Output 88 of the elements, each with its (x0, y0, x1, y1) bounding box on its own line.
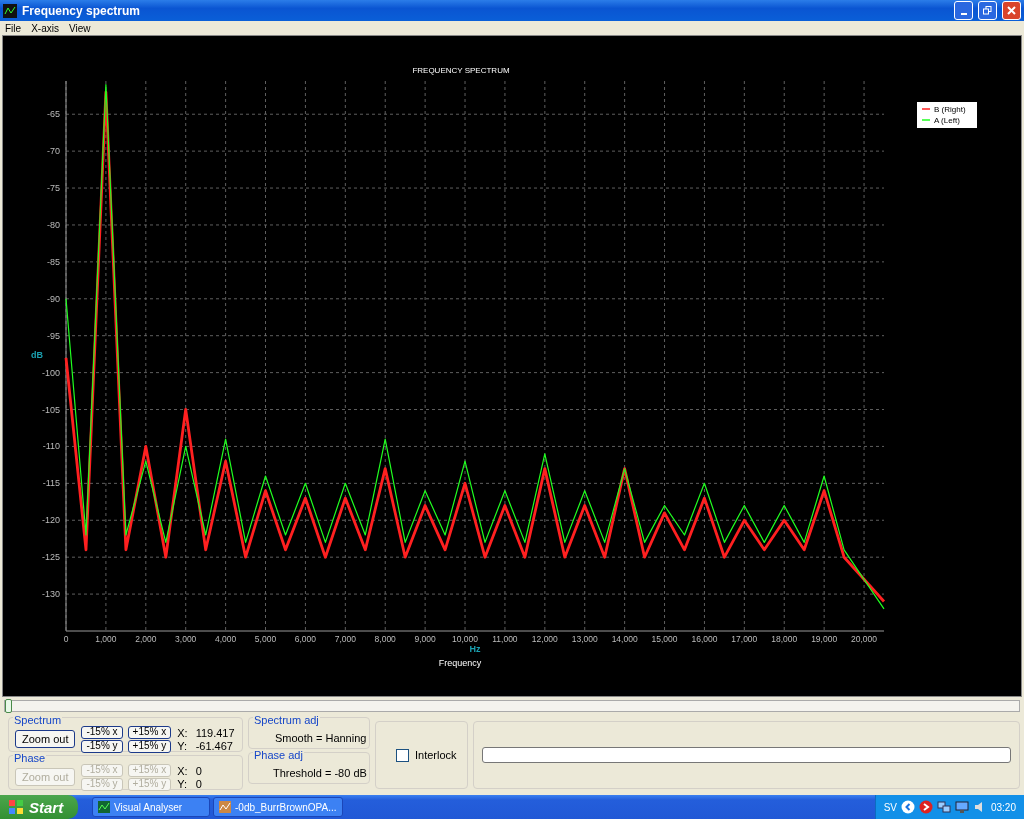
taskbar-button[interactable]: -0db_BurrBrownOPA... (213, 797, 343, 817)
monitor-icon[interactable] (954, 800, 969, 814)
x-tick-label: 17,000 (731, 634, 758, 644)
readout-value: -61.467 (195, 739, 234, 752)
restore-icon (983, 6, 992, 15)
x-tick-label: 11,000 (492, 634, 518, 644)
group-title: Phase adj (253, 749, 304, 761)
window-title: Frequency spectrum (22, 3, 142, 18)
readout-label: Y: (177, 777, 188, 790)
x-tick-label: 2,000 (135, 634, 157, 644)
readout-label: Y: (177, 739, 188, 752)
y-tick-label: -105 (42, 404, 60, 415)
readout-label: X: (177, 726, 188, 739)
menu-item[interactable]: File (5, 22, 22, 34)
network-icon[interactable] (936, 800, 951, 814)
restore-button[interactable] (978, 1, 997, 20)
x-tick-label: 10,000 (452, 634, 478, 644)
zoom-out-button[interactable]: Zoom out (15, 730, 76, 748)
input-field[interactable] (481, 747, 1011, 763)
threshold-text: Threshold = -80 dB (273, 767, 367, 779)
readout-value: 0 (195, 764, 202, 777)
y-tick-label: -100 (42, 367, 60, 378)
scale-button[interactable]: +15% y (127, 739, 172, 753)
chart-caption: Frequency (438, 658, 482, 668)
x-tick-label: 0 (63, 634, 69, 644)
app-icon (3, 3, 17, 18)
group-title: Spectrum adj (253, 714, 320, 726)
x-tick-label: 5,000 (254, 634, 277, 644)
x-tick-label: 13,000 (571, 634, 598, 644)
x-axis-label: Hz (469, 644, 481, 654)
x-tick-label: 3,000 (175, 634, 197, 644)
y-tick-label: -110 (42, 441, 60, 452)
x-tick-label: 12,000 (531, 634, 558, 644)
checkbox-label: Interlock (415, 749, 457, 761)
y-tick-label: -65 (47, 109, 60, 120)
close-button[interactable] (1002, 1, 1021, 20)
x-tick-label: 14,000 (611, 634, 638, 644)
language-indicator[interactable]: SV (883, 801, 897, 813)
y-tick-label: -80 (47, 219, 60, 230)
taskbar-button[interactable]: Visual Analyser (92, 797, 210, 817)
y-axis-label: dB (31, 350, 43, 360)
y-tick-label: -70 (47, 146, 60, 157)
x-tick-label: 15,000 (651, 634, 678, 644)
x-tick-label: 7,000 (334, 634, 356, 644)
y-tick-label: -130 (42, 589, 60, 600)
x-tick-label: 19,000 (811, 634, 838, 644)
close-icon (1007, 6, 1016, 15)
y-tick-label: -75 (47, 183, 60, 194)
scale-button[interactable]: -15% x (81, 725, 123, 739)
position-slider[interactable] (4, 700, 1020, 712)
x-tick-label: 9,000 (414, 634, 436, 644)
x-tick-label: 18,000 (771, 634, 798, 644)
scale-button[interactable]: +15% x (127, 725, 172, 739)
menu-item[interactable]: X-axis (31, 22, 59, 34)
y-tick-label: -120 (42, 515, 60, 526)
smoothing-text: Smooth = Hanning (275, 732, 367, 744)
clock: 03:20 (990, 801, 1016, 813)
chevron-icon[interactable] (900, 800, 915, 814)
x-tick-label: 4,000 (214, 634, 237, 644)
app-icon (219, 801, 231, 813)
group-title: Phase (13, 752, 47, 764)
y-tick-label: -125 (42, 552, 60, 563)
scale-button[interactable]: -15% y (81, 739, 123, 753)
y-tick-label: -115 (42, 478, 60, 489)
x-tick-label: 6,000 (294, 634, 317, 644)
legend-label: B (Right) (934, 105, 966, 114)
readout-value: 0 (195, 777, 202, 790)
minimize-icon (960, 12, 967, 15)
y-tick-label: -85 (47, 256, 60, 267)
interlock-checkbox[interactable] (396, 748, 409, 762)
x-tick-label: 8,000 (374, 634, 396, 644)
menu-item[interactable]: View (68, 22, 91, 34)
app-icon (98, 801, 110, 813)
minimize-button[interactable] (954, 1, 973, 20)
y-tick-label: -95 (47, 330, 60, 341)
x-tick-label: 16,000 (691, 634, 718, 644)
chart-title: FREQUENCY SPECTRUM (412, 66, 510, 75)
windows-logo (8, 799, 24, 815)
group-title: Spectrum (13, 714, 63, 726)
readout-value: 119.417 (195, 726, 235, 739)
legend-background (917, 102, 977, 128)
slider-thumb[interactable] (5, 699, 12, 713)
x-tick-label: 20,000 (851, 634, 878, 644)
readout-label: X: (177, 764, 188, 777)
start-button[interactable]: Start (0, 795, 78, 819)
x-tick-label: 1,000 (95, 634, 117, 644)
y-tick-label: -90 (47, 293, 60, 304)
legend-label: A (Left) (934, 116, 960, 125)
